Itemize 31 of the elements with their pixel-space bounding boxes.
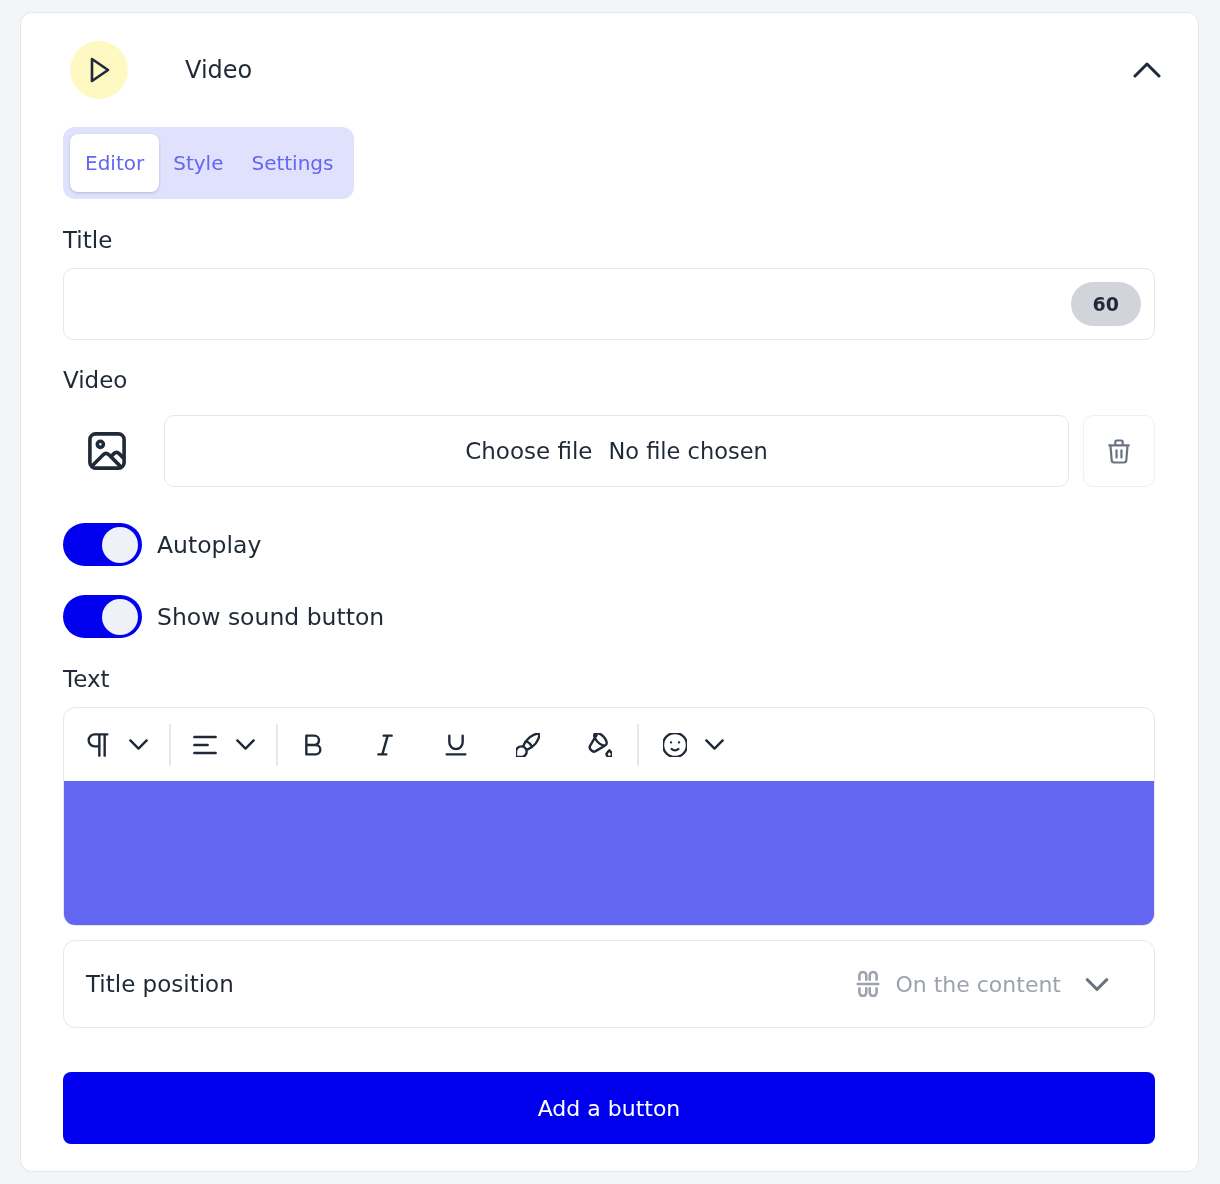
field-label: Title (63, 226, 114, 254)
paint-bucket-icon[interactable] (588, 732, 612, 757)
brush-icon[interactable] (516, 732, 540, 757)
title-input[interactable]: 60 (63, 268, 1155, 340)
section-title: Video (185, 55, 253, 85)
play-icon (70, 41, 128, 99)
file-input-field[interactable]: Choose file No file chosen (164, 415, 1069, 487)
toggle-switch[interactable] (63, 595, 142, 638)
choose-file-button[interactable]: Choose file (465, 438, 593, 464)
add-button[interactable]: Add a button (63, 1072, 1155, 1144)
image-icon (87, 432, 126, 470)
field-label: Text (63, 665, 111, 693)
character-count-badge: 60 (1070, 282, 1141, 326)
paragraph-icon[interactable] (86, 732, 110, 757)
smiley-icon[interactable] (663, 732, 687, 757)
underline-icon[interactable] (444, 732, 468, 757)
chevron-down-icon[interactable] (236, 739, 255, 750)
chevron-down-icon[interactable] (705, 739, 724, 750)
chevron-up-icon[interactable] (1133, 62, 1161, 78)
title-position-label: Title position (86, 970, 234, 999)
delete-button[interactable] (1083, 415, 1155, 487)
position-icon (856, 971, 881, 997)
toggle-label: Autoplay (157, 529, 262, 560)
file-status-text: No file chosen (608, 438, 768, 464)
field-label: Video (63, 366, 129, 394)
toggle-switch[interactable] (63, 523, 142, 566)
trash-icon (1108, 438, 1130, 464)
chevron-down-icon[interactable] (129, 739, 148, 750)
tab[interactable]: Editor (70, 134, 160, 192)
chevron-down-icon (1085, 977, 1109, 991)
toggle-label: Show sound button (157, 601, 385, 632)
